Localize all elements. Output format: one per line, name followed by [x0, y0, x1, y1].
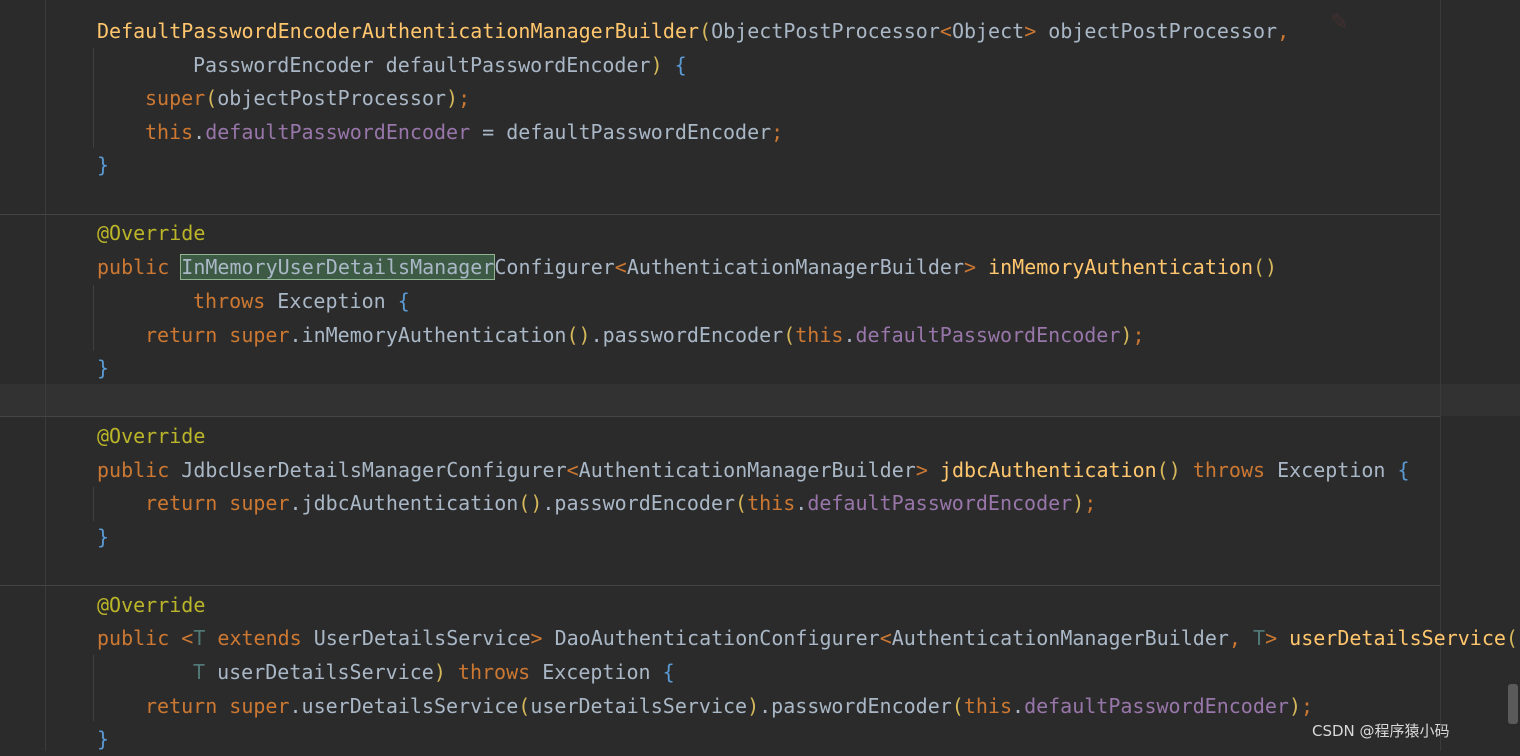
code-line[interactable]: throws Exception {: [97, 284, 410, 318]
method-call: .userDetailsService: [289, 694, 519, 718]
type-param: T: [1253, 626, 1266, 650]
keyword: public: [97, 255, 182, 279]
method-name: userDetailsService: [1289, 626, 1506, 650]
keyword: this: [963, 694, 1013, 718]
type-name: AuthenticationManagerBuilder: [626, 255, 964, 279]
code-line[interactable]: @Override: [97, 216, 205, 250]
type-name: ObjectPostProcessor: [711, 19, 940, 43]
type-name: UserDetailsService: [313, 626, 531, 650]
keyword: throws: [1192, 458, 1266, 482]
assign: = defaultPasswordEncoder: [470, 120, 772, 144]
watermark: CSDN @程序猿小码: [1312, 722, 1450, 740]
method-separator: [0, 214, 1440, 215]
keyword: public: [97, 626, 182, 650]
keyword: throws: [457, 660, 531, 684]
highlighted-identifier[interactable]: InMemoryUserDetailsManager: [180, 254, 496, 280]
method-call: .passwordEncoder: [759, 694, 952, 718]
type-param: T: [193, 660, 206, 684]
code-line[interactable]: public <T extends UserDetailsService> Da…: [97, 621, 1518, 655]
code-line[interactable]: public JdbcUserDetailsManagerConfigurer<…: [97, 453, 1410, 487]
code-line[interactable]: }: [97, 148, 109, 182]
keyword: return: [145, 491, 230, 515]
keyword: return: [145, 323, 230, 347]
code-line[interactable]: this.defaultPasswordEncoder = defaultPas…: [97, 115, 783, 149]
arg: objectPostProcessor: [217, 86, 447, 110]
code-line[interactable]: PasswordEncoder defaultPasswordEncoder) …: [97, 48, 687, 82]
code-editor[interactable]: ✎ DefaultPasswordEncoderAuthenticationMa…: [0, 0, 1520, 751]
type-name: Exception: [1265, 458, 1398, 482]
annotation: @Override: [97, 593, 206, 617]
indent-guide: [93, 487, 94, 521]
keyword: public: [97, 458, 182, 482]
code-line[interactable]: T userDetailsService) throws Exception {: [97, 655, 675, 689]
code-line[interactable]: super(objectPostProcessor);: [97, 81, 470, 115]
field: defaultPasswordEncoder: [807, 491, 1073, 515]
indent-guide: [93, 48, 94, 148]
keyword: this: [795, 323, 844, 347]
keyword: this: [747, 491, 796, 515]
code-line[interactable]: @Override: [97, 419, 205, 453]
method-call: .inMemoryAuthentication: [289, 323, 567, 347]
code-line[interactable]: public InMemoryUserDetailsManagerConfigu…: [97, 250, 1277, 284]
code-line[interactable]: }: [97, 520, 109, 554]
keyword: extends: [205, 626, 314, 650]
field: defaultPasswordEncoder: [205, 120, 471, 144]
method-separator: [0, 416, 1440, 417]
code-line[interactable]: return super.userDetailsService(userDeta…: [97, 689, 1313, 723]
arg: userDetailsService: [530, 694, 748, 718]
param-name: objectPostProcessor: [1036, 19, 1278, 43]
keyword: return: [145, 694, 230, 718]
param-decl: PasswordEncoder defaultPasswordEncoder: [193, 53, 651, 77]
code-line[interactable]: DefaultPasswordEncoderAuthenticationMana…: [97, 14, 1289, 48]
annotation: @Override: [97, 424, 206, 448]
method-call: .jdbcAuthentication: [289, 491, 519, 515]
keyword: super: [229, 694, 290, 718]
type-name: Configurer: [494, 255, 615, 279]
keyword: super: [145, 86, 206, 110]
method-call: .passwordEncoder: [542, 491, 736, 515]
code-line[interactable]: return super.inMemoryAuthentication().pa…: [97, 318, 1144, 352]
vertical-scrollbar[interactable]: [1508, 684, 1518, 724]
type-param: T: [193, 626, 206, 650]
code-line[interactable]: return super.jdbcAuthentication().passwo…: [97, 486, 1096, 520]
type-name: AuthenticationManagerBuilder: [578, 458, 916, 482]
method-separator: [0, 585, 1440, 586]
code-line[interactable]: @Override: [97, 588, 205, 622]
current-line-highlight: [0, 384, 1520, 416]
method-call: .passwordEncoder: [590, 323, 784, 347]
keyword: super: [229, 323, 290, 347]
type-name: JdbcUserDetailsManagerConfigurer: [181, 458, 567, 482]
constructor-name: DefaultPasswordEncoderAuthenticationMana…: [97, 19, 700, 43]
field: defaultPasswordEncoder: [855, 323, 1121, 347]
keyword: super: [229, 491, 290, 515]
type-name: Exception: [265, 289, 398, 313]
keyword: this: [145, 120, 194, 144]
annotation: @Override: [97, 221, 206, 245]
type-name: AuthenticationManagerBuilder: [891, 626, 1229, 650]
type-name: DaoAuthenticationConfigurer: [542, 626, 880, 650]
param-name: userDetailsService: [205, 660, 434, 684]
indent-guide: [93, 285, 94, 351]
type-name: Exception: [530, 660, 663, 684]
method-name: jdbcAuthentication: [939, 458, 1157, 482]
keyword: throws: [193, 289, 266, 313]
type-name: Object: [951, 19, 1025, 43]
code-line[interactable]: }: [97, 351, 109, 385]
method-name: inMemoryAuthentication: [988, 255, 1253, 279]
watermark-top: ✎: [1330, 10, 1349, 35]
indent-guide: [93, 655, 94, 721]
field: defaultPasswordEncoder: [1024, 694, 1289, 718]
gutter-divider: [45, 0, 46, 751]
